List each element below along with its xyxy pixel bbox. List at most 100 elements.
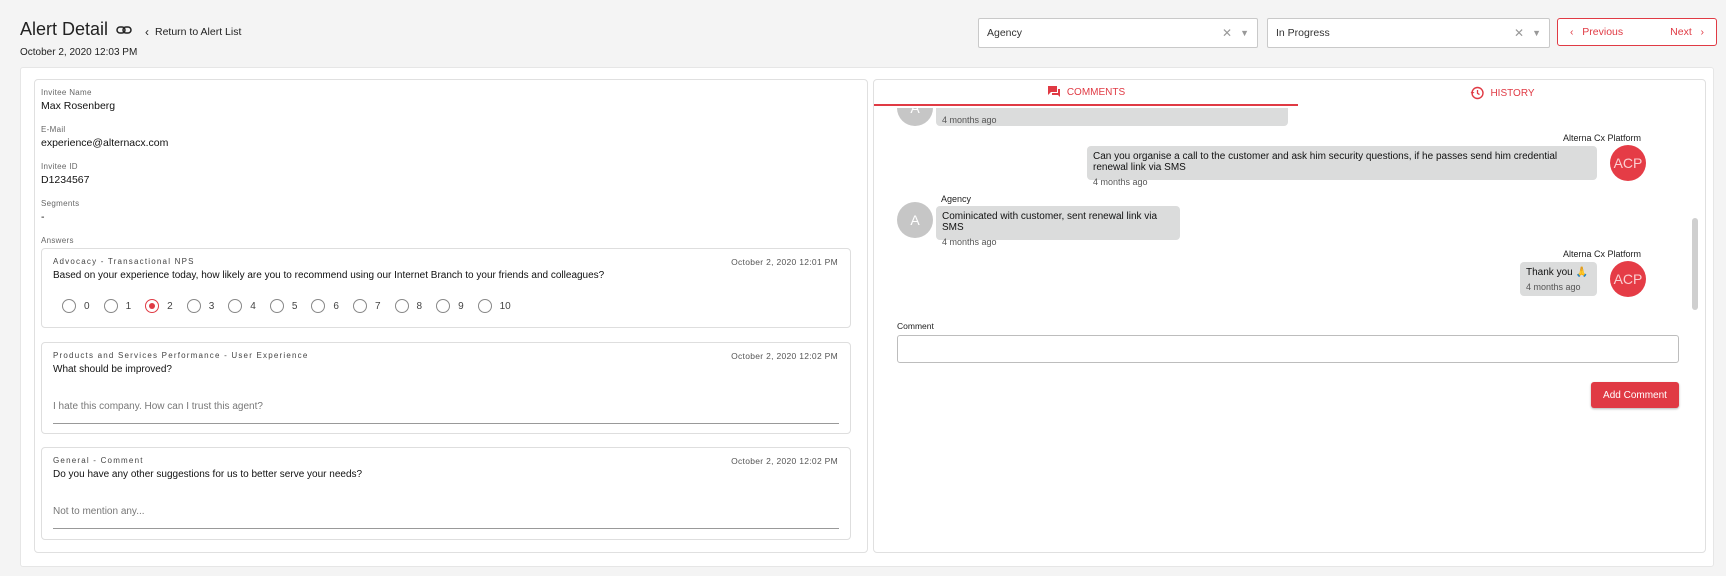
tab-comments[interactable]: COMMENTS <box>874 80 1298 106</box>
chevron-left-icon: ‹ <box>145 25 149 39</box>
answer-time: October 2, 2020 12:01 PM <box>731 257 838 267</box>
clear-icon[interactable]: ✕ <box>1222 26 1232 40</box>
answers-label: Answers <box>41 236 74 245</box>
thread-scrollbar[interactable] <box>1692 218 1698 310</box>
question-category: Products and Services Performance - User… <box>53 351 309 360</box>
caret-down-icon[interactable]: ▼ <box>1532 28 1541 38</box>
comment-label: Comment <box>897 321 934 331</box>
invitee-id-value: D1234567 <box>41 174 90 186</box>
next-label: Next <box>1670 26 1692 38</box>
alert-date: October 2, 2020 12:03 PM <box>20 47 138 58</box>
history-icon <box>1470 86 1485 100</box>
question-text: What should be improved? <box>53 364 172 375</box>
link-icon[interactable] <box>116 24 132 36</box>
comment-input[interactable] <box>897 335 1679 363</box>
radio-label: 3 <box>208 300 215 312</box>
nps-option-1[interactable]: 1 <box>103 299 132 313</box>
return-label: Return to Alert List <box>155 26 242 38</box>
comment-text: Cominicated with customer, sent renewal … <box>942 211 1158 233</box>
nps-option-10[interactable]: 10 <box>477 299 511 313</box>
pagination-group: ‹ Previous Next › <box>1557 18 1717 46</box>
tab-history[interactable]: HISTORY <box>1298 80 1705 106</box>
nps-option-0[interactable]: 0 <box>62 299 90 313</box>
answer-time: October 2, 2020 12:02 PM <box>731 351 838 361</box>
previous-label: Previous <box>1582 26 1624 38</box>
radio-circle <box>228 299 243 313</box>
panel-tabs: COMMENTS HISTORY <box>874 80 1705 106</box>
comment-time: 4 months ago <box>1526 282 1581 292</box>
invitee-name-label: Invitee Name <box>41 88 92 97</box>
comment-thread[interactable]: A 4 months ago Alterna Cx Platform Can y… <box>874 108 1705 308</box>
radio-label: 1 <box>125 300 132 312</box>
radio-circle <box>269 299 284 313</box>
comment-text: Can you organise a call to the customer … <box>1093 151 1558 173</box>
chevron-right-icon: › <box>1700 26 1705 38</box>
nps-option-6[interactable]: 6 <box>311 299 339 313</box>
segments-label: Segments <box>41 199 80 208</box>
radio-circle <box>436 299 451 313</box>
comment-bubble: Can you organise a call to the customer … <box>1087 146 1597 187</box>
question-text: Do you have any other suggestions for us… <box>53 469 363 480</box>
radio-label: 6 <box>333 300 339 312</box>
tab-history-label: HISTORY <box>1490 87 1535 99</box>
radio-circle <box>394 299 409 313</box>
nps-option-3[interactable]: 3 <box>186 299 215 313</box>
segments-value: - <box>41 211 45 223</box>
answer-card-suggestions: General - Comment October 2, 2020 12:02 … <box>41 447 851 540</box>
avatar: A <box>897 202 933 238</box>
comment-sender: Alterna Cx Platform <box>1563 249 1642 259</box>
agency-select[interactable]: Agency ✕ ▼ <box>978 18 1258 48</box>
radio-label: 9 <box>458 300 464 312</box>
return-to-alert-list-link[interactable]: ‹ Return to Alert List <box>145 25 241 39</box>
answer-card-improvement: Products and Services Performance - User… <box>41 342 851 434</box>
radio-circle <box>352 299 367 313</box>
nps-option-2[interactable]: 2 <box>145 299 173 313</box>
radio-circle <box>145 299 160 313</box>
radio-label: 10 <box>499 300 511 312</box>
answer-text: I hate this company. How can I trust thi… <box>53 401 839 424</box>
invitee-id-label: Invitee ID <box>41 162 78 171</box>
comments-icon <box>1047 86 1060 97</box>
comment-bubble: Cominicated with customer, sent renewal … <box>936 206 1180 247</box>
email-value: experience@alternacx.com <box>41 137 169 149</box>
comment-time: 4 months ago <box>942 237 997 247</box>
comment-time: 4 months ago <box>1093 177 1148 187</box>
caret-down-icon[interactable]: ▼ <box>1240 28 1249 38</box>
tab-comments-label: COMMENTS <box>1066 86 1126 98</box>
next-button[interactable]: Next › <box>1670 26 1704 38</box>
nps-option-4[interactable]: 4 <box>228 299 256 313</box>
nps-scale: 0 1 2 3 4 5 6 7 8 9 10 <box>62 299 525 313</box>
add-comment-button[interactable]: Add Comment <box>1591 382 1679 408</box>
question-category: Advocacy - Transactional NPS <box>53 257 195 266</box>
comment-time: 4 months ago <box>942 115 997 125</box>
agency-select-value: Agency <box>987 27 1023 39</box>
main-card: Invitee Name Max Rosenberg E-Mail experi… <box>20 67 1714 567</box>
nps-option-9[interactable]: 9 <box>436 299 464 313</box>
radio-circle <box>62 299 76 313</box>
comment-sender: Alterna Cx Platform <box>1563 133 1642 143</box>
email-label: E-Mail <box>41 125 66 134</box>
nps-option-7[interactable]: 7 <box>352 299 381 313</box>
radio-circle <box>311 299 326 313</box>
radio-label: 5 <box>291 300 298 312</box>
top-bar: Alert Detail ‹ Return to Alert List Octo… <box>0 0 1726 66</box>
nps-option-8[interactable]: 8 <box>394 299 423 313</box>
nps-option-5[interactable]: 5 <box>269 299 298 313</box>
previous-button[interactable]: ‹ Previous <box>1570 26 1623 38</box>
avatar: ACP <box>1610 261 1646 297</box>
radio-circle <box>103 299 118 313</box>
question-text: Based on your experience today, how like… <box>53 270 605 281</box>
comment-sender: Agency <box>941 194 972 204</box>
radio-circle <box>477 299 492 313</box>
status-select[interactable]: In Progress ✕ ▼ <box>1267 18 1550 48</box>
status-select-value: In Progress <box>1276 27 1330 39</box>
answer-card-nps: Advocacy - Transactional NPS October 2, … <box>41 248 851 328</box>
comment-bubble: Thank you 🙏 4 months ago <box>1520 262 1597 296</box>
radio-label: 8 <box>416 300 423 312</box>
radio-circle <box>186 299 201 313</box>
answer-text: Not to mention any... <box>53 506 839 529</box>
clear-icon[interactable]: ✕ <box>1514 26 1524 40</box>
page-title: Alert Detail <box>20 19 109 39</box>
avatar: A <box>897 108 933 126</box>
comment-text: Thank you 🙏 <box>1526 267 1588 278</box>
